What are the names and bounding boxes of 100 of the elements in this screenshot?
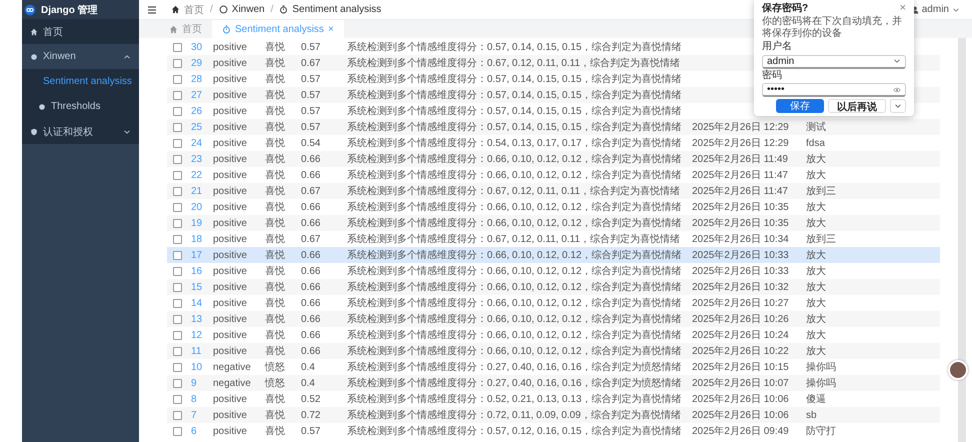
checkbox[interactable] <box>173 138 182 148</box>
table-cell-text: positive <box>213 106 248 116</box>
menu-item[interactable]: Thresholds <box>22 94 139 119</box>
table-cell-text: 放大 <box>806 248 827 262</box>
checkbox[interactable] <box>173 154 182 164</box>
table-cell-text: 喜悦 <box>265 248 286 262</box>
checkbox[interactable] <box>173 346 182 356</box>
circle-icon <box>218 5 228 14</box>
table-cell-text: 系统检测到多个情感维度得分：0.67, 0.12, 0.11, 0.11，综合判定为喜悦情绪 <box>347 56 682 70</box>
table-cell-text: positive <box>213 218 248 228</box>
table-row[interactable]: 15 positive 喜悦 0.66 系统检测到多个情感维度得分：0.66, 0.10, 0.12, 0.12，综合判定为喜悦情绪 2025年2月26日 10:32 放大 <box>167 279 940 295</box>
eye-icon[interactable] <box>893 86 901 94</box>
table-cell-text: 放大 <box>806 264 827 278</box>
table-row[interactable]: 23 positive 喜悦 0.66 系统检测到多个情感维度得分：0.66, 0.10, 0.12, 0.12，综合判定为喜悦情绪 2025年2月26日 11:49 放大 <box>167 151 940 167</box>
table-cell-text: positive <box>213 314 248 324</box>
table-cell-text: 系统检测到多个情感维度得分：0.66, 0.10, 0.12, 0.12，综合判定为喜悦情绪 <box>347 312 683 326</box>
table-cell-text: 0.4 <box>301 378 316 388</box>
table-cell-text: 2025年2月26日 11:47 <box>692 185 789 198</box>
menu-item[interactable]: Sentiment analysiss <box>22 69 139 94</box>
table-row[interactable]: 7 positive 喜悦 0.72 系统检测到多个情感维度得分：0.72, 0.11, 0.09, 0.09，综合判定为喜悦情绪 2025年2月26日 10:06 sb <box>167 407 940 423</box>
table-cell-text: 0.66 <box>301 202 322 212</box>
table-cell-text: 0.66 <box>301 282 322 292</box>
checkbox[interactable] <box>173 378 182 388</box>
table-cell-text: 2025年2月26日 10:15 <box>692 361 790 374</box>
table-cell-text: 2025年2月26日 10:07 <box>692 377 790 390</box>
checkbox[interactable] <box>173 234 182 244</box>
checkbox[interactable] <box>173 42 182 52</box>
table-cell-text: fdsa <box>806 138 826 148</box>
home-icon <box>30 28 38 36</box>
checkbox[interactable] <box>173 74 182 84</box>
save-button[interactable]: 保存 <box>776 99 824 113</box>
table-row[interactable]: 11 positive 喜悦 0.66 系统检测到多个情感维度得分：0.66, 0.10, 0.12, 0.12，综合判定为喜悦情绪 2025年2月26日 10:22 放大 <box>167 343 940 359</box>
chevron-icon <box>893 57 901 65</box>
table-cell-text: 系统检测到多个情感维度得分：0.66, 0.10, 0.12, 0.12，综合判定为喜悦情绪 <box>347 296 683 310</box>
checkbox[interactable] <box>173 330 182 340</box>
checkbox[interactable] <box>173 202 182 212</box>
breadcrumb-link[interactable]: 首页 <box>184 2 204 16</box>
checkbox[interactable] <box>173 218 182 228</box>
checkbox[interactable] <box>173 90 182 100</box>
checkbox[interactable] <box>173 298 182 308</box>
table-cell-text: 喜悦 <box>265 200 286 214</box>
more-button[interactable] <box>890 99 906 113</box>
username-field[interactable]: admin <box>762 54 906 68</box>
checkbox[interactable] <box>173 394 182 404</box>
table-cell-text: 喜悦 <box>265 408 286 422</box>
home-icon <box>169 24 178 34</box>
table-cell-text: 0.4 <box>301 362 316 372</box>
checkbox[interactable] <box>173 362 182 372</box>
checkbox[interactable] <box>173 426 182 436</box>
table-cell-text: 放大 <box>806 152 827 166</box>
checkbox[interactable] <box>173 250 182 260</box>
table-row[interactable]: 25 positive 喜悦 0.57 系统检测到多个情感维度得分：0.57, 0.14, 0.15, 0.15，综合判定为喜悦情绪 2025年2月26日 12:29 测试 <box>167 119 940 135</box>
logo-icon <box>24 4 36 16</box>
table-cell-text: 测试 <box>806 120 827 134</box>
close-icon[interactable]: × <box>900 2 906 14</box>
checkbox[interactable] <box>173 106 182 116</box>
dialog-message: 你的密码将在下次自动填充，并将保存到你的设备 <box>762 16 903 40</box>
table-cell-text: 2025年2月26日 10:24 <box>692 329 790 342</box>
table-cell-text: 0.66 <box>301 266 322 276</box>
menu-item[interactable]: 认证和授权 <box>22 119 139 144</box>
password-field[interactable]: ••••• <box>762 83 906 97</box>
table-row[interactable]: 21 positive 喜悦 0.67 系统检测到多个情感维度得分：0.67, 0.12, 0.11, 0.11，综合判定为喜悦情绪 2025年2月26日 11:47 放到三 <box>167 183 940 199</box>
checkbox[interactable] <box>173 58 182 68</box>
scrollbar[interactable] <box>958 38 966 442</box>
field-label: 用户名 <box>762 41 793 52</box>
table-cell-text: 喜悦 <box>265 88 286 102</box>
table-cell-text: 系统检测到多个情感维度得分：0.66, 0.10, 0.12, 0.12，综合判定为喜悦情绪 <box>347 216 683 230</box>
checkbox[interactable] <box>173 186 182 196</box>
table-cell-text: 愤怒 <box>265 376 286 390</box>
table-row[interactable]: 9 negative 愤怒 0.4 系统检测到多个情感维度得分：0.27, 0.40, 0.16, 0.16，综合判定为愤怒情绪 2025年2月26日 10:07 操你吗 <box>167 375 940 391</box>
table-cell-text: positive <box>213 186 248 196</box>
table-cell-text: 0.66 <box>301 154 322 164</box>
dot-icon <box>38 102 46 110</box>
table-row[interactable]: 17 positive 喜悦 0.66 系统检测到多个情感维度得分：0.66, 0.10, 0.12, 0.12，综合判定为喜悦情绪 2025年2月26日 10:33 放大 <box>167 247 940 263</box>
checkbox[interactable] <box>173 410 182 420</box>
table-cell-text: 愤怒 <box>265 360 286 374</box>
table-cell-text: positive <box>213 250 248 260</box>
shield-icon <box>30 128 38 136</box>
table-cell-text: 2025年2月26日 10:27 <box>692 297 790 310</box>
checkbox[interactable] <box>173 266 182 276</box>
menu-icon[interactable] <box>147 4 157 14</box>
checkbox[interactable] <box>173 122 182 132</box>
table-row[interactable]: 13 positive 喜悦 0.66 系统检测到多个情感维度得分：0.66, 0.10, 0.12, 0.12，综合判定为喜悦情绪 2025年2月26日 10:26 放大 <box>167 311 940 327</box>
table-cell-text: 喜悦 <box>265 296 286 310</box>
menu-item[interactable]: 首页 <box>22 19 139 44</box>
table-cell-text: positive <box>213 426 248 436</box>
table-row[interactable]: 19 positive 喜悦 0.66 系统检测到多个情感维度得分：0.66, 0.10, 0.12, 0.12，综合判定为喜悦情绪 2025年2月26日 10:35 放大 <box>167 215 940 231</box>
table-cell-text: 0.66 <box>301 314 322 324</box>
later-button[interactable]: 以后再说 <box>828 99 886 113</box>
table-cell-text: 系统检测到多个情感维度得分：0.66, 0.10, 0.12, 0.12，综合判定为喜悦情绪 <box>347 264 683 278</box>
table-cell-text: 喜悦 <box>265 280 286 294</box>
table-cell-text: 2025年2月26日 09:49 <box>692 425 790 438</box>
checkbox[interactable] <box>173 170 182 180</box>
avatar[interactable] <box>948 360 968 380</box>
checkbox[interactable] <box>173 282 182 292</box>
breadcrumb-link[interactable]: Xinwen <box>232 4 265 15</box>
checkbox[interactable] <box>173 314 182 324</box>
breadcrumb-link[interactable]: Sentiment analysiss <box>292 4 382 15</box>
table-cell-text: positive <box>213 58 248 68</box>
breadcrumb-separator: / <box>270 4 274 15</box>
